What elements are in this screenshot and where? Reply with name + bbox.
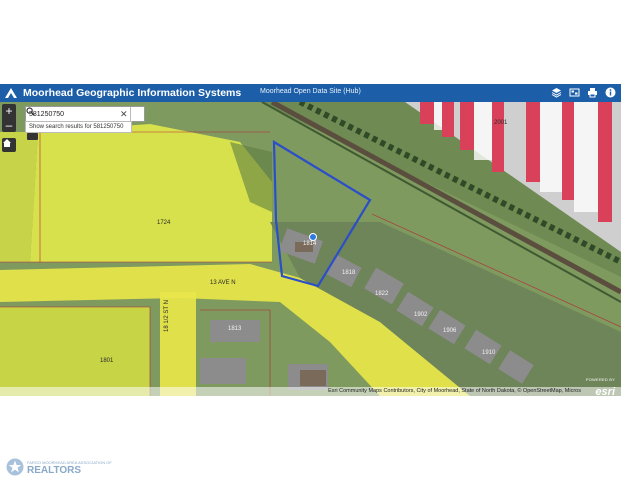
gis-app: Moorhead Geographic Information Systems … (0, 84, 621, 396)
zoom-in-button[interactable]: + (2, 104, 16, 118)
layers-icon[interactable] (550, 86, 563, 99)
zoom-control: + – (2, 104, 16, 132)
selected-location-marker[interactable] (309, 233, 317, 241)
aerial-imagery (0, 102, 621, 396)
city-logo-icon (5, 88, 17, 98)
parcel-label-1818: 1818 (342, 270, 356, 276)
realtors-text: FARGO MOORHEAD AREA ASSOCIATION OF REALT… (27, 460, 112, 476)
parcel-label-1906: 1906 (443, 328, 457, 334)
info-icon[interactable] (604, 86, 617, 99)
search-icon (26, 107, 35, 116)
realtors-star-icon (6, 458, 24, 476)
suggestion-value: 581250750 (93, 124, 124, 130)
open-data-hub-link[interactable]: Moorhead Open Data Site (Hub) (260, 88, 361, 95)
app-header: Moorhead Geographic Information Systems … (0, 84, 621, 102)
home-icon (3, 139, 11, 147)
home-button[interactable] (2, 138, 16, 152)
parcel-label-1910: 1910 (482, 350, 496, 356)
search-button[interactable] (26, 107, 144, 121)
realtors-watermark: FARGO MOORHEAD AREA ASSOCIATION OF REALT… (6, 458, 112, 476)
street-label-18-half-st-n: 18 1/2 ST N (164, 300, 170, 332)
header-toolbar (550, 86, 617, 99)
app-title: Moorhead Geographic Information Systems (23, 87, 242, 99)
basemap-icon[interactable] (568, 86, 581, 99)
parcel-label-1801: 1801 (100, 358, 114, 364)
zoom-out-button[interactable]: – (2, 118, 16, 132)
print-icon[interactable] (586, 86, 599, 99)
layer-list-toggle[interactable] (27, 133, 38, 140)
clear-search-icon[interactable]: ✕ (118, 108, 130, 120)
street-label-13-ave-n: 13 AVE N (210, 280, 236, 286)
search-box: ✕ (25, 106, 145, 122)
parcel-label-2001: 2001 (494, 120, 508, 126)
map-view[interactable]: 1724 1814 1818 1822 1902 1906 1910 1813 … (0, 102, 621, 396)
parcel-label-1902: 1902 (414, 312, 428, 318)
parcel-label-1814: 1814 (303, 241, 317, 247)
suggestion-prefix: Show search results for (29, 124, 92, 130)
search-input[interactable] (26, 108, 118, 120)
esri-logo: POWERED BY esri (585, 377, 615, 396)
parcel-label-1724: 1724 (157, 220, 171, 226)
parcel-label-1813: 1813 (228, 326, 242, 332)
search-suggestion[interactable]: Show search results for 581250750 (25, 121, 132, 133)
parcel-label-1822: 1822 (375, 291, 389, 297)
map-attribution: Esri Community Maps Contributors, City o… (0, 387, 621, 396)
